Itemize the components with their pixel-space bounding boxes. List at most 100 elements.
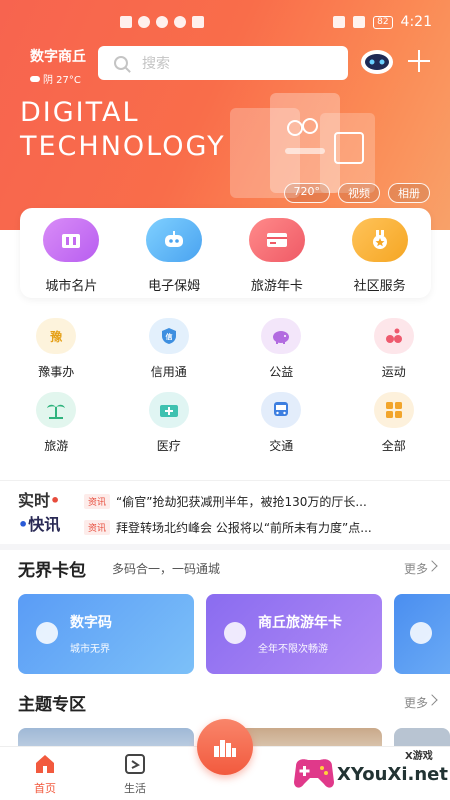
grid-item-label: 信用通	[150, 365, 187, 379]
tab-home[interactable]: 首页	[15, 753, 75, 796]
section-title: 主题专区	[18, 695, 86, 715]
main-services-card: 城市名片 电子保姆 旅游年卡 社区服务	[20, 208, 431, 298]
grid-item-label: 豫事办	[38, 365, 75, 379]
grid-item-travel[interactable]: 旅游	[0, 392, 113, 454]
piggy-bank-icon	[261, 318, 302, 354]
robot-assistant-icon[interactable]	[360, 48, 394, 76]
section-title: 无界卡包	[18, 561, 86, 581]
services-grid: 豫 豫事办 信 信用通 公益 运动 旅游 医疗 交通 全部	[0, 318, 450, 454]
palm-tree-icon	[36, 392, 77, 428]
cloud-icon	[30, 75, 40, 82]
status-bar: 82 4:21	[0, 0, 450, 40]
travel-card-icon	[248, 218, 305, 262]
card-digital-code[interactable]: 数字码 城市无界	[18, 594, 194, 674]
message-icon	[192, 16, 204, 28]
wifi-icon	[138, 16, 150, 28]
news-ticker: 实时• •快讯 资讯 “偷官”抢劫犯获减刑半年，被抢130万的厅长... 资讯 …	[0, 480, 450, 544]
vibrate-icon	[333, 16, 346, 28]
battery-indicator: 82	[373, 15, 393, 29]
heart-icon	[410, 622, 432, 644]
service-label: 旅游年卡	[250, 279, 303, 294]
tag-album[interactable]: 相册	[388, 183, 430, 203]
credit-glyph: 信	[165, 332, 172, 341]
news-item[interactable]: 资讯 拜登转场北约峰会 公报将以“前所未有力度”点...	[84, 519, 436, 536]
more-link[interactable]: 更多	[404, 694, 428, 711]
grid-item-label: 交通	[269, 439, 294, 453]
grid-item-medical[interactable]: 医疗	[113, 392, 226, 454]
card-partial[interactable]	[394, 594, 450, 674]
app-notification-icon	[156, 16, 168, 28]
hero-title: DIGITAL TECHNOLOGY	[20, 96, 226, 164]
theme-zone-header: 主题专区 更多	[0, 684, 450, 720]
news-logo-line2: 快讯	[28, 515, 61, 534]
service-robot-nanny[interactable]: 电子保姆	[124, 218, 224, 298]
hero-title-line2: TECHNOLOGY	[20, 131, 226, 162]
tab-life[interactable]: 生活	[105, 753, 165, 796]
news-tag: 资讯	[84, 494, 111, 509]
hero-tags: 720° 视频 相册	[283, 183, 430, 203]
news-headline: 拜登转场北约峰会 公报将以“前所未有力度”点...	[116, 521, 372, 535]
city-name: 数字商丘	[30, 49, 86, 65]
signal-icon	[353, 16, 366, 28]
grid-item-traffic[interactable]: 交通	[225, 392, 338, 454]
service-city-card[interactable]: 城市名片	[21, 218, 121, 298]
tag-720[interactable]: 720°	[283, 183, 330, 203]
watermark-small-text: X游戏	[405, 751, 433, 762]
medical-kit-icon	[148, 392, 189, 428]
city-selector[interactable]: 数字商丘 阴 27°C	[30, 46, 86, 86]
news-logo-line1: 实时	[18, 491, 51, 510]
center-action-button[interactable]	[197, 719, 253, 775]
grid-item-label: 旅游	[44, 439, 69, 453]
grid-item-charity[interactable]: 公益	[225, 318, 338, 380]
grid-item-all[interactable]: 全部	[338, 392, 450, 454]
news-tag: 资讯	[84, 520, 111, 535]
grid-item-sport[interactable]: 运动	[338, 318, 450, 380]
section-subtitle: 多码合一，一码通城	[112, 562, 221, 576]
watermark-text: XYouXi.net	[337, 764, 448, 785]
service-label: 社区服务	[353, 279, 406, 294]
grid-item-label: 公益	[269, 365, 294, 379]
card-travel-annual[interactable]: 商丘旅游年卡 全年不限次畅游	[206, 594, 382, 674]
hero-title-line1: DIGITAL	[20, 97, 140, 128]
grid-item-label: 医疗	[156, 439, 181, 453]
clock: 4:21	[400, 14, 432, 30]
news-item[interactable]: 资讯 “偷官”抢劫犯获减刑半年，被抢130万的厅长...	[84, 493, 436, 510]
weather-text: 阴 27°C	[43, 75, 81, 86]
weather-info: 阴 27°C	[30, 71, 86, 86]
city-buildings-icon	[214, 740, 236, 757]
service-community[interactable]: 社区服务	[330, 218, 430, 298]
tag-video[interactable]: 视频	[338, 183, 380, 203]
watermark: X游戏 XYouXi.net	[290, 740, 450, 800]
service-label: 电子保姆	[148, 279, 201, 294]
card-subtitle: 全年不限次畅游	[258, 644, 328, 655]
notification-icon	[120, 16, 132, 28]
city-card-icon	[43, 218, 100, 262]
building-icon	[36, 622, 58, 644]
news-headline: “偷官”抢劫犯获减刑半年，被抢130万的厅长...	[116, 495, 367, 509]
app-screen: 82 4:21 数字商丘 阴 27°C 搜索 DIGITAL TECHNOLOG…	[0, 0, 450, 800]
robot-nanny-icon	[146, 218, 203, 262]
add-icon[interactable]	[404, 46, 434, 76]
grid-item-yushiban[interactable]: 豫 豫事办	[0, 318, 113, 380]
notification-icons	[120, 16, 204, 28]
home-icon	[36, 755, 54, 773]
chevron-right-icon	[426, 560, 438, 572]
card-icon	[224, 622, 246, 644]
tab-label: 首页	[34, 782, 56, 795]
grid-item-label: 全部	[381, 439, 406, 453]
chevron-right-icon	[426, 694, 438, 706]
grid-item-label: 运动	[381, 365, 406, 379]
more-link[interactable]: 更多	[404, 560, 428, 577]
tab-label: 生活	[124, 782, 146, 795]
search-placeholder: 搜索	[142, 56, 170, 72]
bus-icon	[261, 392, 302, 428]
sport-icon	[373, 318, 414, 354]
all-grid-icon	[373, 392, 414, 428]
card-title: 数字码	[70, 615, 112, 631]
grid-item-credit[interactable]: 信 信用通	[113, 318, 226, 380]
community-medal-icon	[351, 218, 408, 262]
credit-shield-icon: 信	[148, 318, 189, 354]
service-travel-card[interactable]: 旅游年卡	[227, 218, 327, 298]
news-logo: 实时• •快讯	[18, 491, 61, 534]
search-input[interactable]: 搜索	[98, 46, 348, 80]
